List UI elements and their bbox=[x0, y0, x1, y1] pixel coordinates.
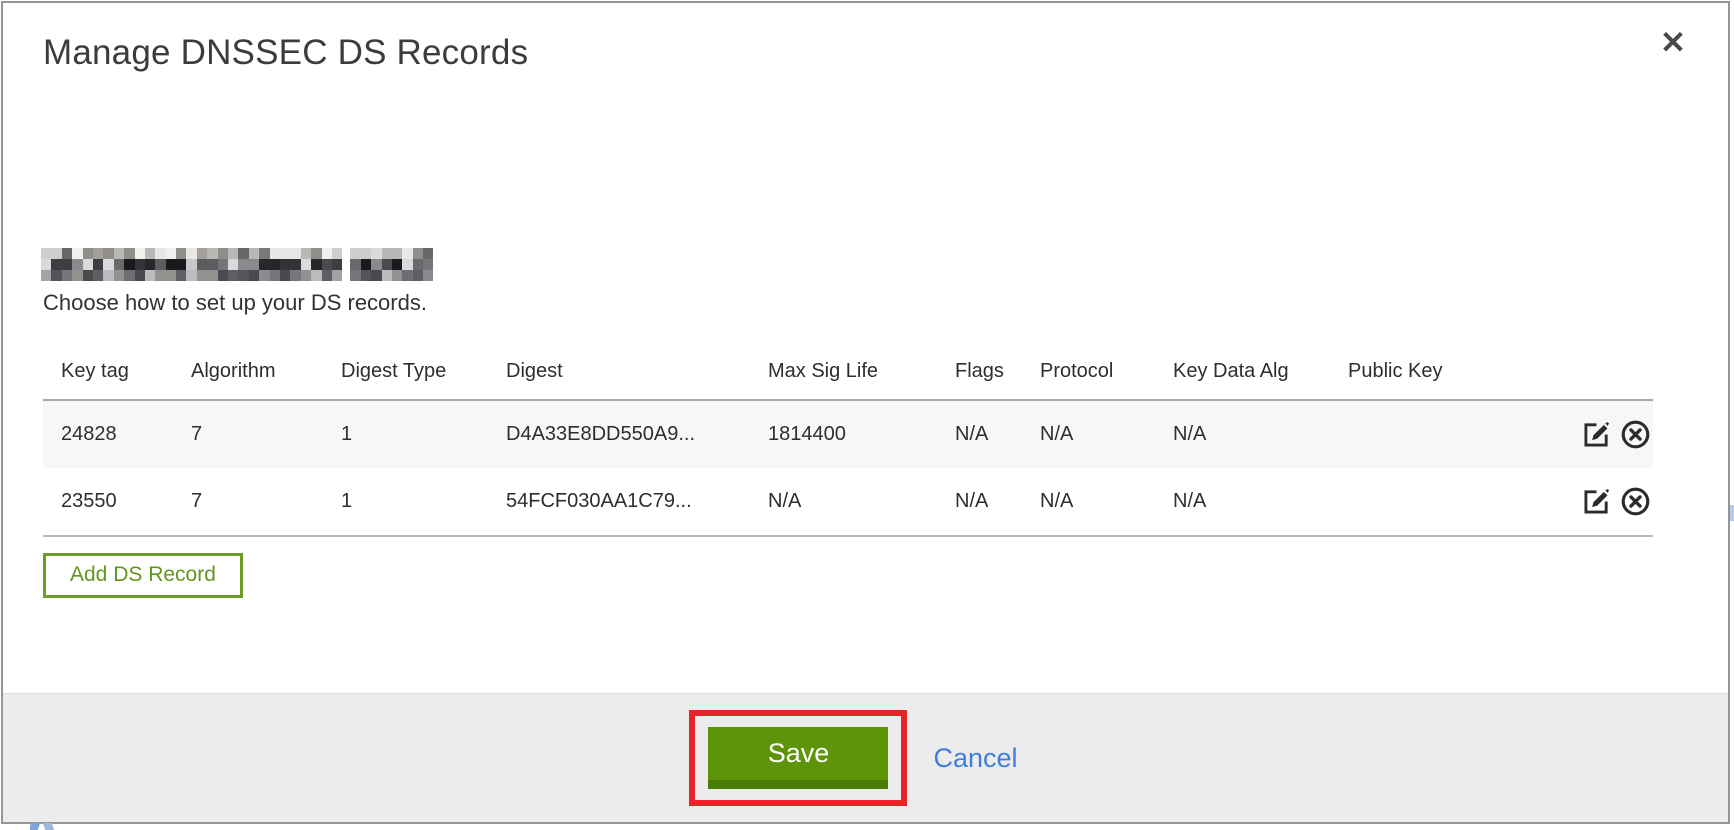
column-header: Key tag bbox=[43, 350, 173, 400]
table-cell: N/A bbox=[937, 468, 1022, 536]
table-cell: 7 bbox=[173, 468, 323, 536]
redaction-mosaic bbox=[41, 248, 342, 281]
redacted-domain-name bbox=[41, 248, 1728, 281]
table-cell: 1 bbox=[323, 468, 488, 536]
table-cell: N/A bbox=[1022, 400, 1155, 468]
annotation-highlight-box: Save bbox=[689, 710, 907, 806]
ds-records-table: Key tagAlgorithmDigest TypeDigestMax Sig… bbox=[43, 350, 1653, 537]
column-header: Flags bbox=[937, 350, 1022, 400]
column-header-actions bbox=[1569, 350, 1653, 400]
table-cell bbox=[1330, 400, 1569, 468]
table-cell: 1 bbox=[323, 400, 488, 468]
table-row: 2482871D4A33E8DD550A9...1814400N/AN/AN/A bbox=[43, 400, 1653, 468]
table-cell bbox=[1330, 468, 1569, 536]
table-body: 2482871D4A33E8DD550A9...1814400N/AN/AN/A… bbox=[43, 400, 1653, 536]
table-cell: N/A bbox=[1155, 400, 1330, 468]
table-cell: D4A33E8DD550A9... bbox=[488, 400, 750, 468]
table-cell: 1814400 bbox=[750, 400, 937, 468]
column-header: Public Key bbox=[1330, 350, 1569, 400]
column-header: Key Data Alg bbox=[1155, 350, 1330, 400]
delete-record-button[interactable] bbox=[1620, 419, 1651, 450]
table-cell: N/A bbox=[1155, 468, 1330, 536]
table-cell: 23550 bbox=[43, 468, 173, 536]
column-header: Digest Type bbox=[323, 350, 488, 400]
table-cell: N/A bbox=[937, 400, 1022, 468]
modal-footer: Save Cancel bbox=[3, 693, 1728, 822]
redaction-mosaic bbox=[350, 248, 433, 281]
column-header: Digest bbox=[488, 350, 750, 400]
table-cell: 24828 bbox=[43, 400, 173, 468]
column-header: Protocol bbox=[1022, 350, 1155, 400]
delete-icon bbox=[1620, 419, 1651, 450]
delete-record-button[interactable] bbox=[1620, 486, 1651, 517]
add-ds-record-button[interactable]: Add DS Record bbox=[43, 553, 243, 598]
close-icon[interactable]: ✕ bbox=[1656, 23, 1690, 62]
page-title: Manage DNSSEC DS Records bbox=[43, 33, 1728, 73]
table-cell: 54FCF030AA1C79... bbox=[488, 468, 750, 536]
row-actions bbox=[1569, 400, 1653, 468]
save-button[interactable]: Save bbox=[708, 727, 888, 789]
edit-icon bbox=[1581, 419, 1612, 450]
window-edge-artifact bbox=[1730, 505, 1734, 521]
edit-record-button[interactable] bbox=[1581, 419, 1612, 450]
row-actions bbox=[1569, 468, 1653, 536]
edit-icon bbox=[1581, 486, 1612, 517]
dnssec-ds-records-modal: Manage DNSSEC DS Records ✕ Choose how to… bbox=[1, 1, 1730, 824]
column-header: Algorithm bbox=[173, 350, 323, 400]
table-cell: 7 bbox=[173, 400, 323, 468]
column-header: Max Sig Life bbox=[750, 350, 937, 400]
table-cell: N/A bbox=[1022, 468, 1155, 536]
obscured-background-content bbox=[30, 823, 64, 830]
table-cell: N/A bbox=[750, 468, 937, 536]
cancel-link[interactable]: Cancel bbox=[933, 743, 1017, 774]
table-head-row: Key tagAlgorithmDigest TypeDigestMax Sig… bbox=[43, 350, 1653, 400]
table-row: 235507154FCF030AA1C79...N/AN/AN/AN/A bbox=[43, 468, 1653, 536]
delete-icon bbox=[1620, 486, 1651, 517]
setup-instruction: Choose how to set up your DS records. bbox=[43, 290, 1728, 316]
edit-record-button[interactable] bbox=[1581, 486, 1612, 517]
